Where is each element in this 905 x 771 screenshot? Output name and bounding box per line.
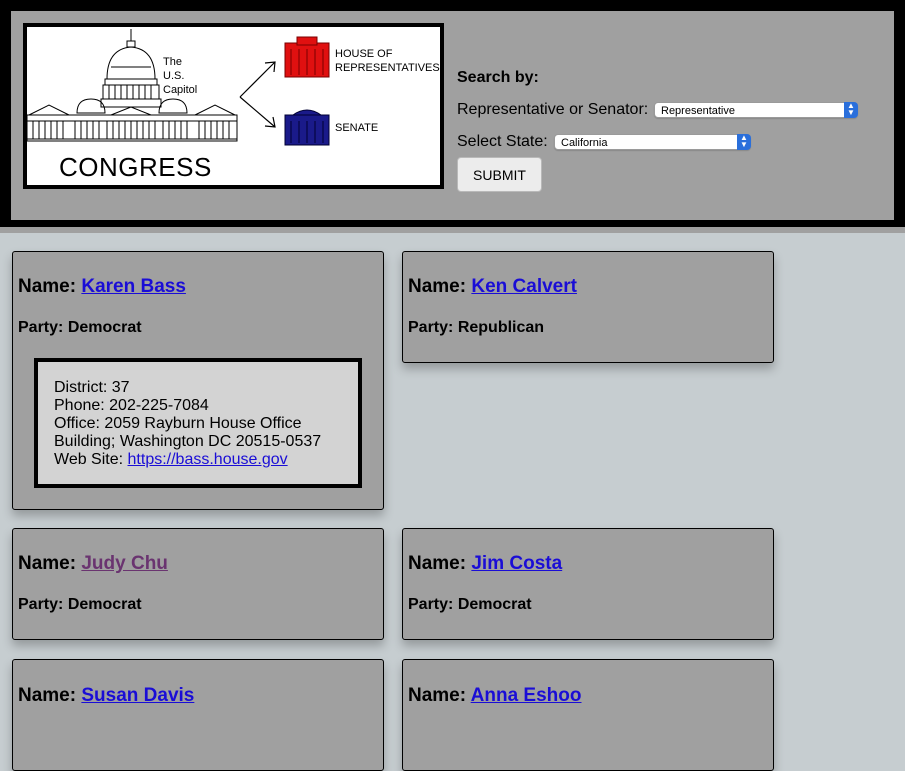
state-select-value: California — [561, 137, 608, 149]
member-card: Name: Jim Costa Party: Democrat — [402, 528, 774, 640]
member-name: Name: Ken Calvert — [408, 276, 577, 297]
state-select-label: Select State: — [457, 133, 548, 150]
member-name-link[interactable]: Judy Chu — [81, 553, 168, 574]
member-card: Name: Karen Bass Party: Democrat Distric… — [12, 251, 384, 510]
chamber-select[interactable]: Representative ▲ ▼ — [654, 102, 858, 118]
select-arrows-icon: ▲ ▼ — [844, 102, 858, 118]
logo-capitol-caption: The U.S. Capitol — [163, 56, 198, 96]
member-name: Name: Karen Bass — [18, 276, 186, 297]
select-arrows-icon: ▲ ▼ — [737, 134, 751, 150]
member-phone: Phone: 202-225-7084 — [54, 397, 209, 414]
member-party: Party: Democrat — [408, 596, 532, 613]
header-divider — [0, 227, 905, 233]
logo-congress-title: CONGRESS — [59, 152, 212, 182]
member-name-link[interactable]: Ken Calvert — [471, 276, 577, 297]
member-website-link[interactable]: https://bass.house.gov — [128, 451, 288, 468]
submit-button[interactable]: SUBMIT — [457, 157, 542, 192]
member-party: Party: Republican — [408, 319, 545, 336]
member-website: Web Site: https://bass.house.gov — [54, 451, 288, 468]
chamber-select-label: Representative or Senator: — [457, 101, 649, 118]
member-name-link[interactable]: Susan Davis — [81, 685, 194, 706]
congress-logo: The U.S. Capitol HOUSE OF REPRESENTATIVE… — [23, 23, 444, 189]
member-name-link[interactable]: Jim Costa — [471, 553, 562, 574]
member-district: District: 37 — [54, 379, 130, 396]
member-name: Name: Jim Costa — [408, 553, 563, 574]
member-name-link[interactable]: Anna Eshoo — [471, 685, 582, 706]
member-party: Party: Democrat — [18, 319, 142, 336]
search-title: Search by: — [457, 69, 539, 86]
member-name-link[interactable]: Karen Bass — [81, 276, 186, 297]
logo-senate-caption: SENATE — [335, 122, 379, 134]
member-party: Party: Democrat — [18, 596, 142, 613]
member-card: Name: Judy Chu Party: Democrat — [12, 528, 384, 640]
member-name: Name: Judy Chu — [18, 553, 168, 574]
logo-house-caption: HOUSE OF REPRESENTATIVES — [335, 48, 440, 74]
member-card: Name: Susan Davis — [12, 659, 384, 771]
member-card: Name: Anna Eshoo — [402, 659, 774, 771]
member-card: Name: Ken Calvert Party: Republican — [402, 251, 774, 363]
chamber-select-value: Representative — [661, 105, 735, 117]
member-details-panel: District: 37 Phone: 202-225-7084 Office:… — [34, 358, 362, 488]
state-select[interactable]: California ▲ ▼ — [554, 134, 751, 150]
member-office: Office: 2059 Rayburn House Office — [54, 415, 302, 432]
member-office-cont: Building; Washington DC 20515-0537 — [54, 433, 322, 450]
